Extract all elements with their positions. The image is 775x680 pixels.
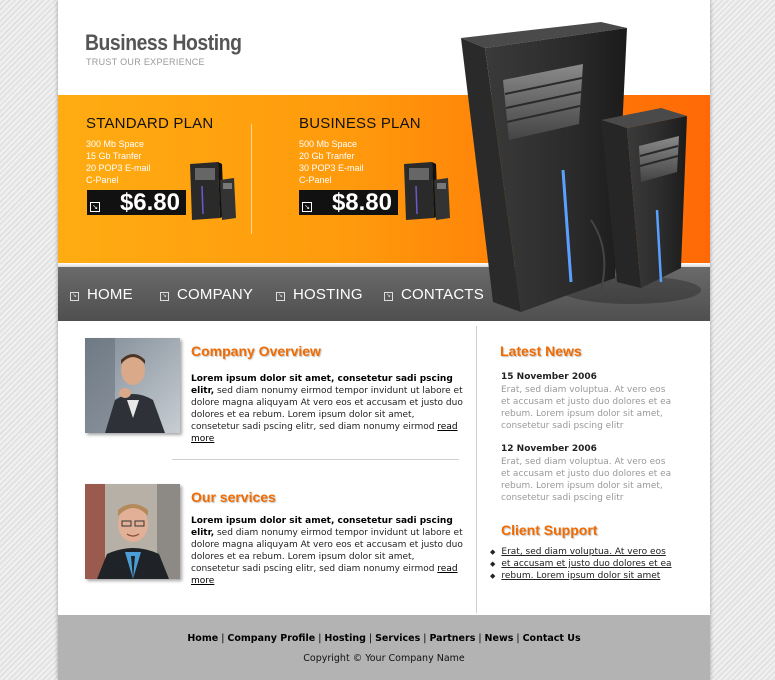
- support-title: Client Support: [501, 522, 598, 538]
- footer-separator: |: [221, 633, 225, 644]
- plan-title: STANDARD PLAN: [86, 115, 214, 132]
- copyright-text: Copyright © Your Company Name: [303, 653, 465, 664]
- arrow-icon: ↘: [160, 292, 169, 301]
- footer-link-services[interactable]: Services: [375, 633, 420, 644]
- nav-item-hosting[interactable]: ↘ HOSTING: [276, 287, 363, 303]
- footer-link-contact-us[interactable]: Contact Us: [523, 633, 581, 644]
- price-value: $8.80: [331, 189, 392, 216]
- section-body: Lorem ipsum dolor sit amet, consetetur s…: [191, 373, 463, 445]
- arrow-icon: ↘: [90, 202, 100, 212]
- footer-link-home[interactable]: Home: [187, 633, 218, 644]
- support-links: Erat, sed diam voluptua. At vero eos et …: [490, 546, 672, 582]
- footer-separator: |: [516, 633, 520, 644]
- support-link[interactable]: rebum. Lorem ipsum dolor sit amet: [490, 570, 672, 582]
- server-icon: [190, 162, 236, 220]
- server-illustration: [461, 22, 701, 312]
- section-text: sed diam nonumy eirmod tempor invidunt u…: [191, 528, 463, 574]
- news-title: Latest News: [500, 343, 582, 359]
- plan-feature: 300 Mb Space: [86, 139, 145, 149]
- news-date: 15 November 2006: [501, 372, 597, 382]
- plan-divider: [251, 124, 252, 234]
- nav-label: HOSTING: [293, 286, 363, 303]
- section-title: Company Overview: [191, 343, 321, 359]
- arrow-icon: ↘: [70, 292, 79, 301]
- server-icon: [404, 162, 450, 220]
- footer-separator: |: [368, 633, 373, 644]
- footer-nav: Home | Company Profile | Hosting | Services | Pa…: [58, 633, 710, 644]
- footer-separator: |: [423, 633, 427, 644]
- plan-feature: 500 Mb Space: [299, 139, 358, 149]
- column-divider: [476, 326, 477, 613]
- logo-tagline: TRUST OUR EXPERIENCE: [86, 57, 205, 67]
- logo-title: Business Hosting: [85, 30, 242, 55]
- price-value: $6.80: [119, 189, 180, 216]
- footer-separator: |: [318, 633, 322, 644]
- businessman-photo: [85, 338, 180, 433]
- footer-link-company-profile[interactable]: Company Profile: [227, 633, 315, 644]
- section-title: Our services: [191, 489, 276, 505]
- footer: Home | Company Profile | Hosting | Services | Pa…: [58, 615, 710, 680]
- price-button[interactable]: ↘ $8.80: [299, 190, 398, 215]
- plan-title: BUSINESS PLAN: [299, 115, 421, 132]
- nav-item-company[interactable]: ↘ COMPANY: [160, 287, 253, 303]
- footer-link-hosting[interactable]: Hosting: [324, 633, 366, 644]
- arrow-icon: ↘: [302, 202, 312, 212]
- section-text: sed diam nonumy eirmod tempor invidunt u…: [191, 386, 463, 432]
- price-button[interactable]: ↘ $6.80: [87, 190, 186, 215]
- footer-link-partners[interactable]: Partners: [429, 633, 475, 644]
- footer-separator: |: [478, 633, 482, 644]
- section-body: Lorem ipsum dolor sit amet, consetetur s…: [191, 515, 463, 587]
- page-container: Business Hosting TRUST OUR EXPERIENCE ST…: [58, 0, 710, 680]
- arrow-icon: ↘: [384, 292, 393, 301]
- content-divider: [172, 459, 459, 460]
- employee-photo: [85, 484, 180, 579]
- support-link[interactable]: et accusam et justo duo dolores et ea: [490, 558, 671, 570]
- nav-item-home[interactable]: ↘ HOME: [70, 287, 133, 303]
- footer-link-news[interactable]: News: [485, 633, 514, 644]
- news-text: Erat, sed diam voluptua. At vero eos et …: [501, 385, 672, 431]
- news-date: 12 November 2006: [501, 444, 597, 454]
- support-link[interactable]: Erat, sed diam voluptua. At vero eos: [490, 546, 672, 558]
- nav-label: COMPANY: [177, 286, 254, 303]
- news-text: Erat, sed diam voluptua. At vero eos et …: [501, 457, 672, 503]
- nav-label: HOME: [87, 286, 133, 303]
- arrow-icon: ↘: [276, 292, 285, 301]
